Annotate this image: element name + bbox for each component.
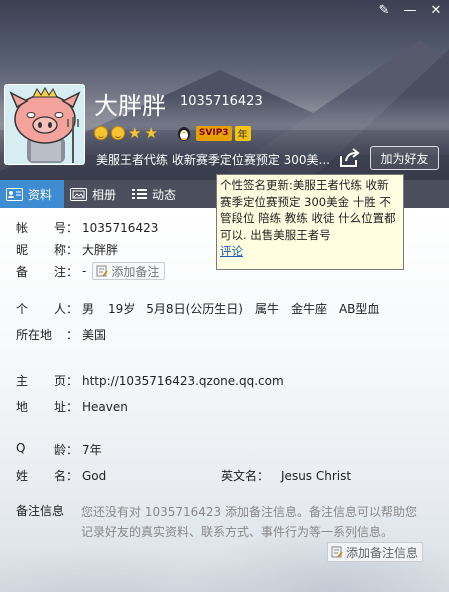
english-name-value: Jesus Christ [281, 468, 352, 483]
tab-label: 动态 [152, 187, 177, 202]
tooltip-text: 个性签名更新:美服王者代练 收新赛季定位赛预定 300美金 十胜 不管段位 陪练… [220, 178, 396, 242]
add-remark-button[interactable]: 添加备注 [92, 262, 166, 280]
window-controls: ✎ — ✕ [371, 0, 449, 20]
background-mountain [0, 392, 449, 592]
minimize-icon[interactable]: — [397, 0, 423, 20]
signature-tooltip: 个性签名更新:美服王者代练 收新赛季定位赛预定 300美金 十胜 不管段位 陪练… [216, 174, 404, 270]
location-label: 所在地： [16, 328, 78, 342]
name-label: 姓名： [16, 469, 78, 483]
nickname-value: 大胖胖 [82, 243, 119, 257]
svip-year-badge: 年 [234, 125, 251, 141]
location-row: 所在地： 美国 [16, 326, 106, 343]
remark-value: - [82, 264, 87, 278]
penguin-icon [177, 127, 190, 141]
feed-icon [132, 189, 148, 199]
note-info-row: 备注信息 [16, 502, 64, 519]
qage-row: Q 龄： 7年 [16, 441, 102, 458]
age-value: 19岁 [108, 302, 136, 316]
name-value: God [82, 468, 107, 483]
personal-label: 个人： [16, 302, 78, 316]
sun-level-icon[interactable] [111, 126, 125, 140]
skin-icon[interactable]: ✎ [371, 0, 397, 20]
personal-row: 个人： 男 19岁 5月8日(公历生日) 属牛 金牛座 AB型血 [16, 300, 379, 317]
id-card-icon [6, 187, 23, 201]
star-level-icon[interactable]: ★ [128, 126, 141, 141]
add-note-info-button[interactable]: 添加备注信息 [327, 542, 424, 562]
tab-label: 相册 [92, 187, 117, 202]
address-value: Heaven [82, 399, 128, 414]
tab-label: 资料 [28, 187, 53, 202]
account-row: 帐号： 1035716423 [16, 219, 158, 236]
location-value: 美国 [82, 328, 107, 342]
sun-level-icon[interactable] [94, 126, 108, 140]
close-icon[interactable]: ✕ [423, 0, 449, 20]
qage-label: Q 龄： [16, 441, 78, 457]
note-info-label: 备注信息 [16, 504, 65, 518]
svip-badge[interactable]: SVIP3 [195, 125, 232, 141]
note-info-description: 您还没有对 1035716423 添加备注信息。备注信息可以帮助您记录好友的真实… [81, 505, 417, 539]
homepage-link[interactable]: http://1035716423.qzone.qq.com [82, 374, 284, 388]
add-friend-button[interactable]: 加为好友 [370, 146, 439, 170]
edit-note-icon [331, 546, 343, 558]
edit-note-icon [96, 265, 108, 277]
profile-nickname: 大胖胖 [94, 92, 166, 120]
pig-avatar-icon [5, 85, 84, 164]
tab-album[interactable]: 相册 [64, 180, 126, 208]
add-remark-label: 添加备注 [111, 264, 160, 279]
tab-feed[interactable]: 动态 [126, 180, 186, 208]
gender-value: 男 [82, 302, 95, 316]
share-icon[interactable] [338, 148, 360, 168]
profile-header: ✎ — ✕ 大胖胖 1035716423 ★ ★ SVIP3 年 美服王者代练 … [0, 0, 449, 180]
account-label: 帐号： [16, 221, 78, 235]
name-row: 姓名： God [16, 467, 106, 484]
avatar[interactable] [4, 84, 85, 165]
address-row: 地址： Heaven [16, 398, 128, 415]
nickname-row: 昵称： 大胖胖 [16, 241, 118, 258]
homepage-label: 主页： [16, 374, 78, 388]
english-name-label: 英文名： [221, 469, 270, 483]
english-name-row: 英文名： Jesus Christ [221, 467, 351, 484]
nickname-label: 昵称： [16, 243, 78, 257]
account-value: 1035716423 [82, 220, 159, 235]
homepage-row: 主页： http://1035716423.qzone.qq.com [16, 372, 284, 389]
chinese-zodiac-value: 属牛 [254, 302, 279, 316]
birthday-value: 5月8日(公历生日) [146, 302, 243, 316]
add-note-info-label: 添加备注信息 [346, 545, 419, 560]
address-label: 地址： [16, 400, 78, 414]
profile-qq-number: 1035716423 [180, 94, 263, 109]
zodiac-value: 金牛座 [290, 302, 327, 316]
tab-profile-info[interactable]: 资料 [0, 180, 64, 208]
level-badges: ★ ★ SVIP3 年 [94, 124, 251, 142]
blood-type-value: AB型血 [338, 302, 380, 316]
comment-link[interactable]: 评论 [220, 243, 400, 260]
remark-row: 备注： - 添加备注 [16, 262, 166, 280]
remark-label: 备注： [16, 264, 78, 279]
photo-icon [70, 187, 87, 201]
signature-text[interactable]: 美服王者代练 收新赛季定位赛预定 300美... [96, 151, 334, 168]
star-level-icon[interactable]: ★ [144, 126, 157, 141]
qage-value: 7年 [82, 443, 102, 457]
